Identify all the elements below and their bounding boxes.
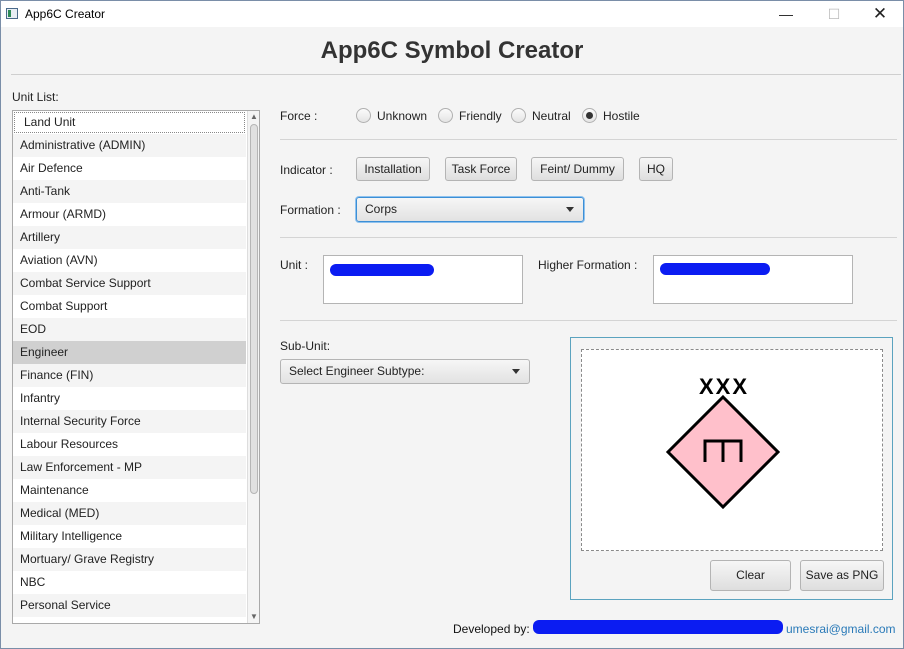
list-item[interactable]: Combat Support <box>13 295 246 318</box>
formation-label: Formation : <box>280 203 341 217</box>
higher-formation-label: Higher Formation : <box>538 258 638 272</box>
force-option-hostile[interactable]: Hostile <box>603 109 640 123</box>
chevron-down-icon <box>512 369 520 374</box>
formation-value: Corps <box>365 202 398 216</box>
header-divider <box>11 74 901 75</box>
unit-field[interactable] <box>323 255 523 304</box>
list-item[interactable]: Finance (FIN) <box>13 364 246 387</box>
higher-formation-field[interactable] <box>653 255 853 304</box>
list-item[interactable]: Armour (ARMD) <box>13 203 246 226</box>
minimize-button[interactable]: — <box>763 1 809 27</box>
list-item[interactable]: Land Unit <box>13 111 246 134</box>
force-radio-hostile[interactable] <box>582 108 597 123</box>
unit-label: Unit : <box>280 258 309 272</box>
force-option-unknown[interactable]: Unknown <box>377 109 427 123</box>
list-scrollbar[interactable]: ▲ ▼ <box>247 111 259 623</box>
indicator-label: Indicator : <box>280 163 333 177</box>
developer-email-link[interactable]: umesrai@gmail.com <box>786 622 896 636</box>
unit-list[interactable]: Land Unit Administrative (ADMIN) Air Defen… <box>12 110 260 624</box>
list-item[interactable]: Anti-Tank <box>13 180 246 203</box>
divider <box>280 237 897 238</box>
force-radio-friendly[interactable] <box>438 108 453 123</box>
list-item[interactable]: Mortuary/ Grave Registry <box>13 548 246 571</box>
force-radio-neutral[interactable] <box>511 108 526 123</box>
force-label: Force : <box>280 109 318 123</box>
redaction-mark <box>660 263 770 275</box>
developed-by-label: Developed by: <box>453 622 530 636</box>
list-item[interactable]: Administrative (ADMIN) <box>13 134 246 157</box>
window-title: App6C Creator <box>25 7 106 21</box>
list-item[interactable]: Law Enforcement - MP <box>13 456 246 479</box>
list-item[interactable]: Engineer <box>13 341 246 364</box>
chevron-down-icon <box>566 207 574 212</box>
list-item[interactable]: Aviation (AVN) <box>13 249 246 272</box>
clear-button[interactable]: Clear <box>710 560 791 591</box>
list-item[interactable]: Air Defence <box>13 157 246 180</box>
formation-select[interactable]: Corps <box>356 197 584 222</box>
page-title: App6C Symbol Creator <box>320 37 584 64</box>
list-item[interactable]: Internal Security Force <box>13 410 246 433</box>
echelon-xxx: XXX <box>699 374 749 399</box>
installation-button[interactable]: Installation <box>356 157 430 181</box>
force-option-friendly[interactable]: Friendly <box>459 109 502 123</box>
hq-button[interactable]: HQ <box>639 157 673 181</box>
symbol-preview-panel: XXX Clear Save as PNG <box>570 337 893 600</box>
list-item[interactable]: EOD <box>13 318 246 341</box>
divider <box>280 320 897 321</box>
scroll-down-arrow-icon[interactable]: ▼ <box>248 611 259 623</box>
list-item[interactable]: Personal Service <box>13 594 246 617</box>
divider <box>280 139 897 140</box>
list-item[interactable]: Infantry <box>13 387 246 410</box>
task-force-button[interactable]: Task Force <box>445 157 517 181</box>
scroll-up-arrow-icon[interactable]: ▲ <box>248 111 259 123</box>
feint-dummy-button[interactable]: Feint/ Dummy <box>531 157 624 181</box>
maximize-button[interactable]: ☐ <box>811 1 857 27</box>
list-item[interactable]: Maintenance <box>13 479 246 502</box>
list-item[interactable]: Artillery <box>13 226 246 249</box>
sub-unit-label: Sub-Unit: <box>280 339 331 353</box>
unit-list-label: Unit List: <box>12 90 59 104</box>
list-item[interactable]: Labour Resources <box>13 433 246 456</box>
force-radio-unknown[interactable] <box>356 108 371 123</box>
app-icon <box>6 8 18 19</box>
military-symbol: XXX <box>665 374 781 510</box>
scrollbar-thumb[interactable] <box>250 124 258 494</box>
force-option-neutral[interactable]: Neutral <box>532 109 571 123</box>
list-item[interactable]: Combat Service Support <box>13 272 246 295</box>
list-item[interactable]: NBC <box>13 571 246 594</box>
sub-unit-value: Select Engineer Subtype: <box>289 364 425 378</box>
list-item[interactable]: Military Intelligence <box>13 525 246 548</box>
redaction-mark <box>330 264 434 276</box>
symbol-canvas: XXX <box>581 349 883 551</box>
title-bar: App6C Creator — ☐ ✕ <box>1 1 903 27</box>
sub-unit-select[interactable]: Select Engineer Subtype: <box>280 359 530 384</box>
close-button[interactable]: ✕ <box>857 1 903 27</box>
redaction-mark <box>533 620 783 634</box>
save-as-png-button[interactable]: Save as PNG <box>800 560 884 591</box>
app-window: App6C Creator — ☐ ✕ App6C Symbol Creator… <box>0 0 904 649</box>
list-item[interactable]: Medical (MED) <box>13 502 246 525</box>
